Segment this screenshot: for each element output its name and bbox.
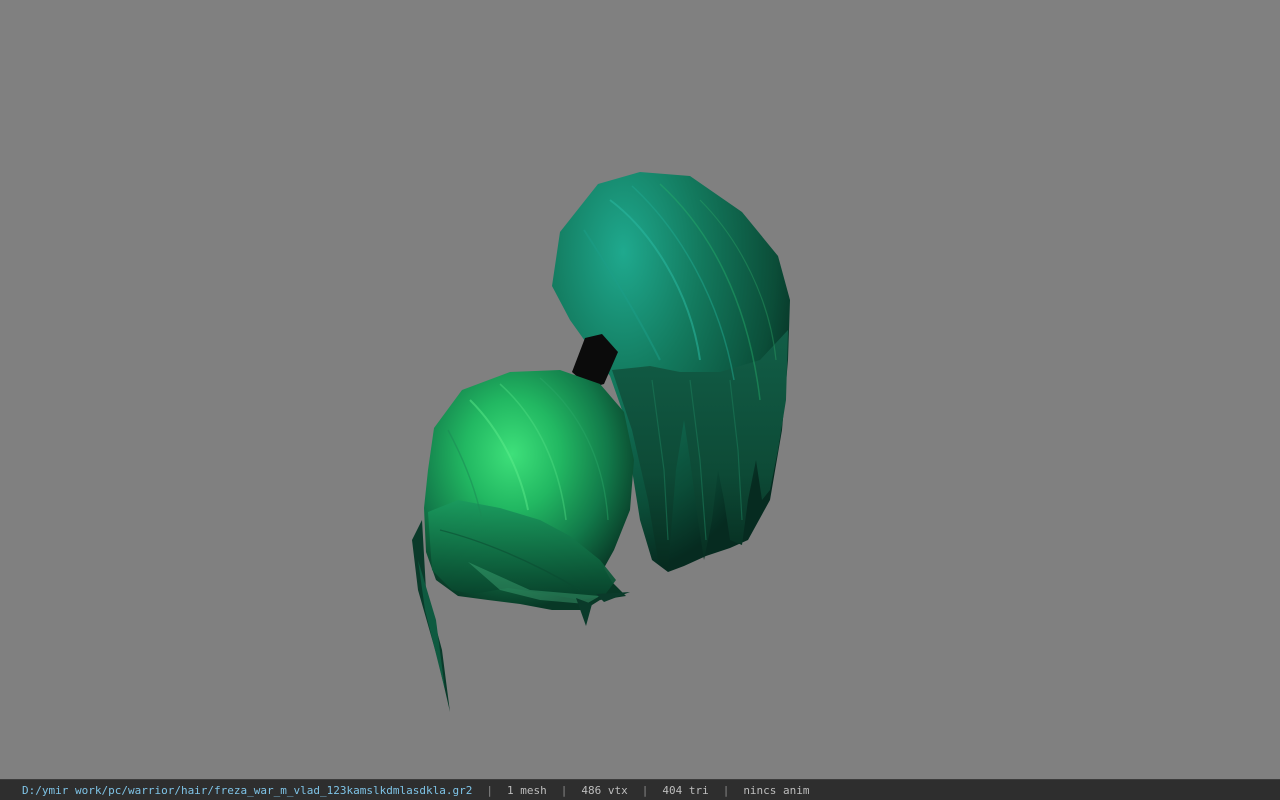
- status-bar: D:/ymir work/pc/warrior/hair/freza_war_m…: [0, 779, 1280, 800]
- status-separator: |: [722, 783, 730, 797]
- status-separator: |: [641, 783, 649, 797]
- hair-model: [412, 172, 790, 712]
- animation-status: nincs anim: [743, 783, 810, 797]
- triangle-count: 404 tri: [662, 783, 709, 797]
- status-separator: |: [560, 783, 568, 797]
- status-separator: |: [486, 783, 493, 797]
- vertex-count: 486 vtx: [581, 783, 628, 797]
- file-path: D:/ymir work/pc/warrior/hair/freza_war_m…: [22, 783, 473, 797]
- mesh-count: 1 mesh: [506, 783, 547, 797]
- lower-hair-mass: [424, 370, 634, 626]
- 3d-viewport[interactable]: [0, 0, 1280, 779]
